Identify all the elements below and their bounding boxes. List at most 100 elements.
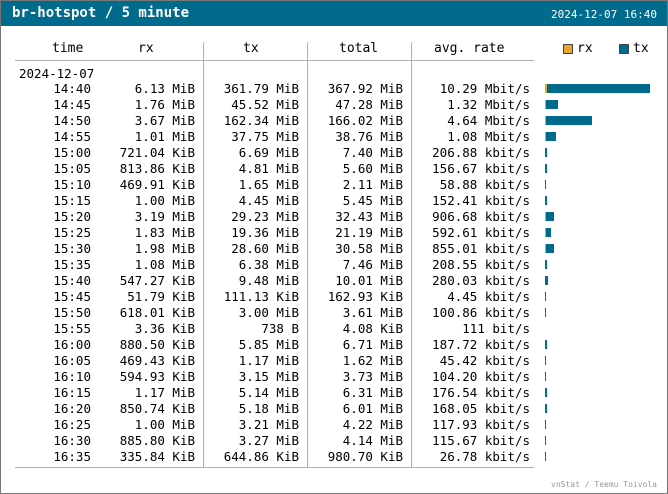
cell-rx: 335.84 KiB xyxy=(119,449,195,464)
cell-rate: 156.67 kbit/s xyxy=(432,161,530,176)
cell-rate: 176.54 kbit/s xyxy=(432,385,530,400)
report-title: br-hotspot / 5 minute xyxy=(12,5,190,21)
bar-tx xyxy=(545,340,547,349)
cell-time: 15:40 xyxy=(53,273,91,288)
bar-tx xyxy=(545,436,547,445)
cell-tx: 19.36 MiB xyxy=(231,225,299,240)
cell-time: 15:30 xyxy=(53,241,91,256)
cell-total: 1.62 MiB xyxy=(342,353,403,368)
cell-tx: 644.86 KiB xyxy=(223,449,299,464)
cell-rate: 168.05 kbit/s xyxy=(432,401,530,416)
table-row: 15:50 618.01 KiB 3.00 MiB 3.61 MiB 100.86 kb… xyxy=(1,305,667,321)
table-row: 16:10 594.93 KiB 3.15 MiB 3.73 MiB 104.20 kb… xyxy=(1,369,667,385)
cell-time: 16:25 xyxy=(53,417,91,432)
bar-tx xyxy=(545,148,548,157)
cell-total: 38.76 MiB xyxy=(335,129,403,144)
cell-rx: 3.36 KiB xyxy=(134,321,195,336)
cell-tx: 5.18 MiB xyxy=(238,401,299,416)
table-row: 14:40 6.13 MiB 361.79 MiB 367.92 MiB 10.29 M… xyxy=(1,81,667,97)
cell-rx: 885.80 KiB xyxy=(119,433,195,448)
bar-tx xyxy=(546,116,593,125)
cell-rx: 1.17 MiB xyxy=(134,385,195,400)
table-row: 16:35 335.84 KiB 644.86 KiB 980.70 KiB 26.78… xyxy=(1,449,667,465)
footer-credit: vnStat / Teemu Toivola xyxy=(551,480,657,489)
cell-rx: 721.04 KiB xyxy=(119,145,195,160)
cell-tx: 6.38 MiB xyxy=(238,257,299,272)
cell-total: 5.45 MiB xyxy=(342,193,403,208)
cell-rx: 51.79 KiB xyxy=(127,289,195,304)
cell-tx: 3.21 MiB xyxy=(238,417,299,432)
table-row: 16:15 1.17 MiB 5.14 MiB 6.31 MiB 176.54 kbit… xyxy=(1,385,667,401)
bar-tx xyxy=(546,228,552,237)
cell-tx: 361.79 MiB xyxy=(223,81,299,96)
cell-rx: 6.13 MiB xyxy=(134,81,195,96)
cell-total: 5.60 MiB xyxy=(342,161,403,176)
bar-tx xyxy=(546,132,557,141)
cell-tx: 1.17 MiB xyxy=(238,353,299,368)
bar-tx xyxy=(546,244,554,253)
cell-tx: 5.14 MiB xyxy=(238,385,299,400)
bar-tx xyxy=(546,84,650,93)
cell-tx: 45.52 MiB xyxy=(231,97,299,112)
cell-time: 14:50 xyxy=(53,113,91,128)
cell-time: 16:30 xyxy=(53,433,91,448)
bar-tx xyxy=(545,404,547,413)
cell-rate: 152.41 kbit/s xyxy=(432,193,530,208)
cell-rate: 100.86 kbit/s xyxy=(432,305,530,320)
bar-tx xyxy=(546,100,559,109)
table-row: 15:25 1.83 MiB 19.36 MiB 21.19 MiB 592.61 kb… xyxy=(1,225,667,241)
cell-tx: 3.15 MiB xyxy=(238,369,299,384)
cell-total: 4.08 KiB xyxy=(342,321,403,336)
cell-rx: 1.01 MiB xyxy=(134,129,195,144)
title-bar: br-hotspot / 5 minute 2024-12-07 16:40 xyxy=(1,1,667,26)
cell-total: 4.14 MiB xyxy=(342,433,403,448)
cell-rate: 26.78 kbit/s xyxy=(439,449,530,464)
table-row: 15:20 3.19 MiB 29.23 MiB 32.43 MiB 906.68 kb… xyxy=(1,209,667,225)
cell-time: 16:00 xyxy=(53,337,91,352)
cell-tx: 9.48 MiB xyxy=(238,273,299,288)
table-row: 14:45 1.76 MiB 45.52 MiB 47.28 MiB 1.32 Mbit… xyxy=(1,97,667,113)
cell-total: 7.46 MiB xyxy=(342,257,403,272)
cell-time: 15:55 xyxy=(53,321,91,336)
bar-tx xyxy=(546,212,555,221)
cell-total: 21.19 MiB xyxy=(335,225,403,240)
cell-total: 4.22 MiB xyxy=(342,417,403,432)
cell-rate: 187.72 kbit/s xyxy=(432,337,530,352)
cell-tx: 1.65 MiB xyxy=(238,177,299,192)
cell-rx: 618.01 KiB xyxy=(119,305,195,320)
cell-time: 14:55 xyxy=(53,129,91,144)
cell-rate: 4.45 kbit/s xyxy=(447,289,530,304)
cell-rate: 592.61 kbit/s xyxy=(432,225,530,240)
table-row: 15:55 3.36 KiB 738 B 4.08 KiB 111 bit/s xyxy=(1,321,667,337)
cell-total: 6.31 MiB xyxy=(342,385,403,400)
bar-tx xyxy=(545,372,547,381)
cell-tx: 5.85 MiB xyxy=(238,337,299,352)
cell-time: 15:15 xyxy=(53,193,91,208)
legend-tx-swatch xyxy=(619,44,629,54)
cell-total: 32.43 MiB xyxy=(335,209,403,224)
legend-rx-swatch xyxy=(563,44,573,54)
bar-tx xyxy=(545,276,548,285)
bar-tx xyxy=(545,164,547,173)
cell-total: 367.92 MiB xyxy=(327,81,403,96)
cell-rx: 1.08 MiB xyxy=(134,257,195,272)
cell-time: 15:50 xyxy=(53,305,91,320)
cell-rx: 3.19 MiB xyxy=(134,209,195,224)
cell-total: 3.61 MiB xyxy=(342,305,403,320)
table-row: 16:30 885.80 KiB 3.27 MiB 4.14 MiB 115.67 kb… xyxy=(1,433,667,449)
cell-rate: 10.29 Mbit/s xyxy=(439,81,530,96)
cell-rate: 58.88 kbit/s xyxy=(439,177,530,192)
table-row: 15:45 51.79 KiB 111.13 KiB 162.93 KiB 4.45 k… xyxy=(1,289,667,305)
cell-tx: 3.00 MiB xyxy=(238,305,299,320)
cell-rx: 469.91 KiB xyxy=(119,177,195,192)
table-row: 16:25 1.00 MiB 3.21 MiB 4.22 MiB 117.93 kbit… xyxy=(1,417,667,433)
cell-rate: 1.08 Mbit/s xyxy=(447,129,530,144)
table-row: 15:35 1.08 MiB 6.38 MiB 7.46 MiB 208.55 kbit… xyxy=(1,257,667,273)
cell-rate: 115.67 kbit/s xyxy=(432,433,530,448)
cell-total: 6.71 MiB xyxy=(342,337,403,352)
vnstat-report: br-hotspot / 5 minute 2024-12-07 16:40 t… xyxy=(0,0,668,494)
bar-tx xyxy=(545,356,546,365)
cell-rx: 1.00 MiB xyxy=(134,193,195,208)
cell-rx: 1.76 MiB xyxy=(134,97,195,112)
cell-rate: 1.32 Mbit/s xyxy=(447,97,530,112)
